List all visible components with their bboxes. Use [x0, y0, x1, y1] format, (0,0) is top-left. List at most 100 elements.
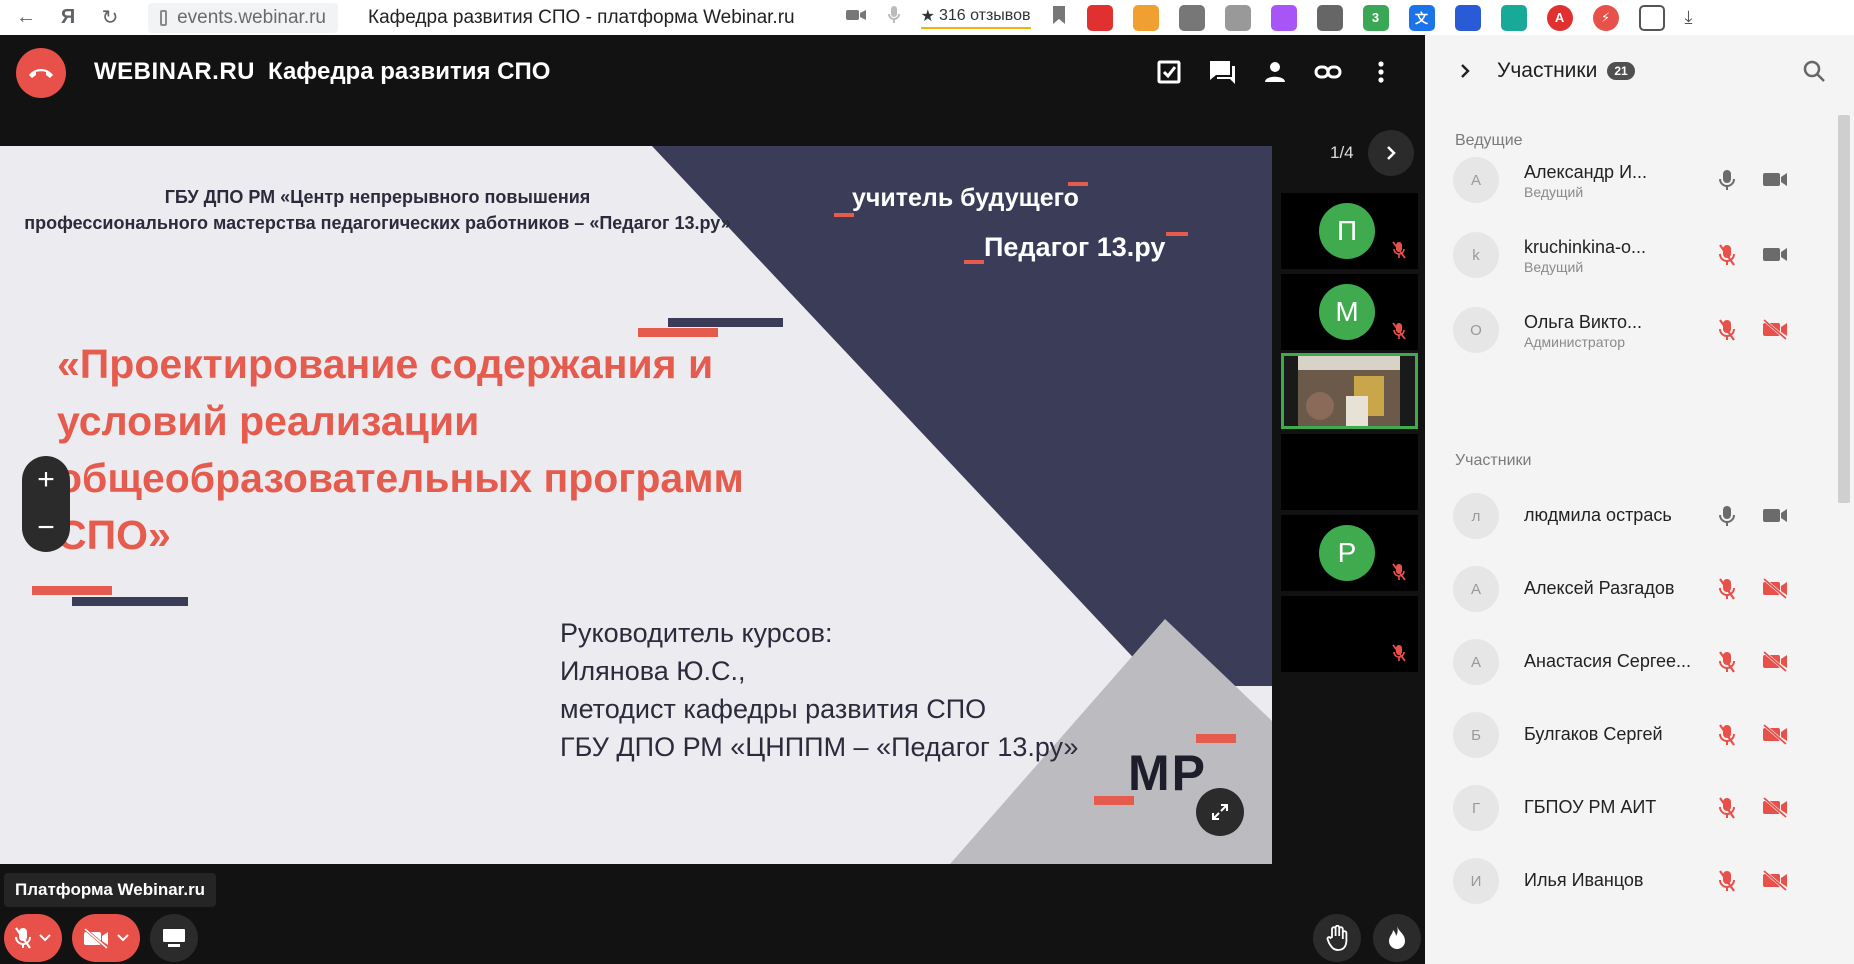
extension-icon-8[interactable] [1500, 4, 1527, 31]
participant-row[interactable]: И Илья Иванцов [1453, 851, 1833, 911]
more-vertical-icon [1378, 61, 1384, 83]
video-tile[interactable]: Р [1281, 515, 1418, 591]
slide-heading-line: условий реализации [57, 398, 480, 444]
participant-row[interactable]: А Алексей Разгадов [1453, 559, 1833, 619]
camera-icon[interactable] [1761, 168, 1789, 195]
next-page-button[interactable] [1367, 130, 1414, 176]
mic-off-icon[interactable] [1718, 243, 1736, 272]
video-tile-active[interactable] [1281, 353, 1418, 429]
star-icon: ★ [920, 8, 935, 25]
mic-permission-icon[interactable] [887, 5, 901, 30]
camera-off-icon[interactable] [1761, 796, 1789, 823]
reactions-button[interactable] [1373, 914, 1421, 962]
camera-off-icon[interactable] [1761, 869, 1789, 896]
camera-off-icon[interactable] [1761, 723, 1789, 750]
reload-icon[interactable]: ↻ [94, 2, 126, 34]
camera-off-icon[interactable] [1761, 318, 1789, 345]
slide-heading: «Проектирование содержания и условий реа… [57, 336, 817, 564]
extension-icon-9[interactable]: A [1546, 4, 1573, 31]
chevron-down-icon[interactable] [38, 933, 52, 943]
screen-share-button[interactable] [150, 914, 198, 962]
download-icon[interactable]: ⤓ [1685, 7, 1693, 28]
extensions-puzzle-icon[interactable] [1638, 4, 1665, 31]
panel-scrollbar[interactable] [1838, 115, 1850, 503]
participant-row[interactable]: k kruchinkina-o... Ведущий [1453, 225, 1833, 285]
extension-icon-5[interactable] [1270, 4, 1297, 31]
leave-call-button[interactable] [16, 48, 66, 98]
extension-icon-3[interactable] [1178, 4, 1205, 31]
mic-off-icon[interactable] [1718, 650, 1736, 679]
camera-permission-icon[interactable] [845, 7, 867, 28]
participant-avatar: k [1453, 232, 1499, 278]
extension-icon-7[interactable]: 3 [1362, 4, 1389, 31]
participant-name: Анастасия Сергее... [1524, 651, 1692, 671]
panel-header: Участники 21 [1425, 35, 1854, 107]
camera-icon[interactable] [1761, 504, 1789, 531]
presentation-slide: ГБУ ДПО РМ «Центр непрерывного повышения… [0, 146, 1272, 864]
browser-toolbar: ← Я ↻ events.webinar.ru Кафедра развития… [0, 0, 1854, 35]
hosts-section-label: Ведущие [1455, 132, 1523, 149]
mic-off-icon[interactable] [1718, 869, 1736, 898]
zoom-in-button[interactable]: + [37, 460, 55, 500]
translate-icon[interactable]: 文 [1408, 4, 1435, 31]
yandex-icon[interactable]: Я [52, 2, 84, 34]
extension-icon-1[interactable] [1086, 4, 1113, 31]
camera-toggle-button[interactable] [72, 914, 140, 962]
lock-icon [160, 9, 168, 26]
search-participants-button[interactable] [1802, 59, 1826, 88]
participant-name: kruchinkina-o... [1524, 237, 1647, 257]
decor-bar [32, 586, 112, 595]
camera-off-icon [84, 927, 108, 949]
participant-row[interactable]: А Александр И... Ведущий [1453, 150, 1833, 210]
address-bar[interactable]: events.webinar.ru [148, 2, 338, 33]
participant-row[interactable]: л людмила острась [1453, 486, 1833, 546]
mic-off-icon[interactable] [1718, 577, 1736, 606]
more-menu-button[interactable] [1364, 55, 1398, 89]
participant-name: Алексей Разгадов [1524, 578, 1675, 598]
video-pagination: 1/4 [1330, 130, 1414, 176]
back-arrow-icon[interactable]: ← [10, 2, 42, 34]
mic-off-icon[interactable] [1718, 318, 1736, 347]
participant-row[interactable]: О Ольга Викто... Администратор [1453, 300, 1833, 360]
bookmark-icon[interactable] [1051, 5, 1067, 30]
decor-bar [964, 260, 984, 264]
raise-hand-button[interactable] [1313, 914, 1361, 962]
extension-icon-6[interactable] [1316, 4, 1343, 31]
copy-link-button[interactable] [1311, 55, 1345, 89]
mic-off-icon[interactable] [1718, 723, 1736, 752]
video-tile[interactable]: М [1281, 274, 1418, 350]
panel-title: Участники [1497, 59, 1598, 82]
participants-button[interactable] [1258, 55, 1292, 89]
participant-avatar: л [1453, 493, 1499, 539]
fullscreen-button[interactable] [1196, 788, 1244, 836]
participant-role: Ведущий [1524, 259, 1584, 275]
reviews-badge[interactable]: ★ 316 отзывов [920, 6, 1031, 29]
extension-icon-2[interactable] [1132, 4, 1159, 31]
mic-icon[interactable] [1718, 168, 1736, 197]
camera-off-icon[interactable] [1761, 650, 1789, 677]
participant-row[interactable]: А Анастасия Сергее... [1453, 632, 1833, 692]
extension-icon-10[interactable]: ⚡ [1592, 4, 1619, 31]
slide-author-info: Руководитель курсов: Илянова Ю.С., метод… [560, 614, 1078, 766]
mic-off-icon[interactable] [1718, 796, 1736, 825]
participant-row[interactable]: Г ГБПОУ РМ АИТ [1453, 778, 1833, 838]
tasks-button[interactable] [1152, 55, 1186, 89]
checklist-icon [1157, 60, 1181, 84]
slide-org-line: ГБУ ДПО РМ «Центр непрерывного повышения [164, 187, 591, 207]
chat-button[interactable] [1205, 55, 1239, 89]
camera-icon[interactable] [1761, 243, 1789, 270]
decor-bar [668, 318, 783, 327]
microphone-toggle-button[interactable] [4, 914, 62, 962]
collapse-panel-button[interactable] [1453, 59, 1477, 83]
shield-icon[interactable] [1454, 4, 1481, 31]
camera-off-icon[interactable] [1761, 577, 1789, 604]
video-tile[interactable] [1281, 596, 1418, 672]
mic-icon[interactable] [1718, 504, 1736, 533]
participant-row[interactable]: Б Булгаков Сергей [1453, 705, 1833, 765]
zoom-out-button[interactable]: − [37, 508, 55, 548]
video-tile[interactable]: П [1281, 193, 1418, 269]
video-tile[interactable] [1281, 434, 1418, 510]
chevron-down-icon[interactable] [116, 933, 130, 943]
participant-avatar: И [1453, 858, 1499, 904]
extension-icon-4[interactable] [1224, 4, 1251, 31]
